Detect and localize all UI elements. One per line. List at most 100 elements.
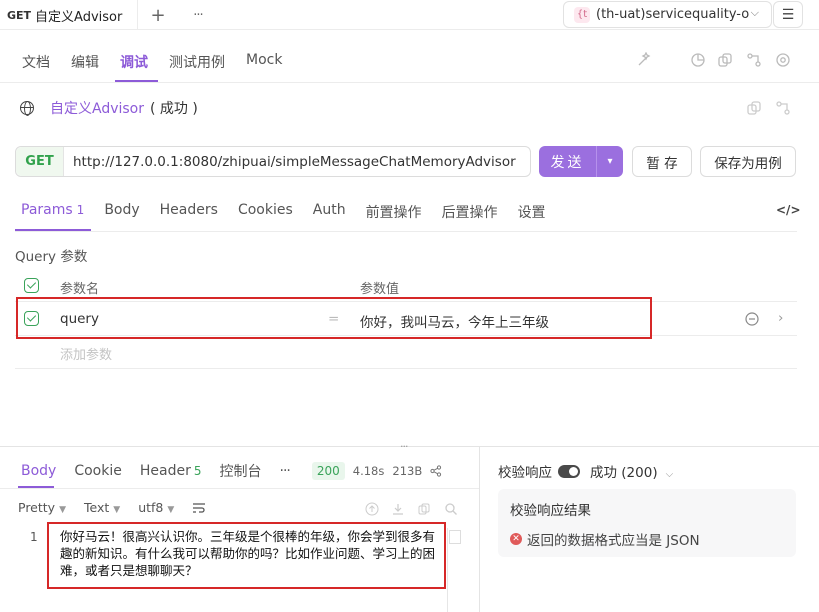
search-icon[interactable]	[444, 502, 458, 516]
param-tabs: Params 1 Body Headers Cookies Auth 前置操作 后…	[21, 202, 566, 222]
validation-select[interactable]: 成功 (200) ⌵	[590, 461, 673, 481]
send-button[interactable]: 发送 ▾	[539, 146, 623, 177]
tab-settings[interactable]: 设置	[518, 202, 546, 222]
copy-icon[interactable]	[717, 52, 733, 68]
content-type-value: Text	[84, 500, 110, 515]
validation-error-text: 返回的数据格式应当是 JSON	[527, 533, 700, 549]
line-number: 1	[30, 530, 38, 544]
encoding-value: utf8	[138, 500, 164, 515]
validation-header: 校验响应 成功 (200) ⌵	[498, 461, 673, 481]
code-icon[interactable]: </>	[776, 203, 801, 217]
validation-toggle[interactable]	[558, 464, 580, 478]
tab-mock[interactable]: Mock	[246, 52, 282, 72]
tab-headers[interactable]: Headers	[160, 202, 218, 222]
view-tabs: 文档 编辑 调试 测试用例 Mock	[22, 52, 303, 72]
environment-select[interactable]: {t (th-uat)servicequality-o ⌵	[563, 1, 772, 28]
environment-name: (th-uat)servicequality-o	[596, 7, 750, 22]
response-format-bar: Pretty ▼ Text ▼ utf8 ▼	[18, 500, 206, 515]
minimap[interactable]	[449, 530, 461, 544]
share-icon[interactable]	[746, 52, 762, 68]
tab-post-request[interactable]: 后置操作	[442, 202, 498, 222]
remove-icon[interactable]	[745, 312, 759, 326]
select-all-checkbox[interactable]	[24, 278, 39, 293]
pie-chart-icon[interactable]	[690, 52, 706, 68]
environment-badge-icon: {t	[574, 6, 590, 23]
panel-splitter[interactable]	[0, 446, 819, 447]
url-input[interactable]: http://127.0.0.1:8080/zhipuai/simpleMess…	[64, 154, 516, 170]
tab-auth[interactable]: Auth	[313, 202, 346, 222]
copy-icon[interactable]	[746, 100, 762, 116]
chevron-down-icon[interactable]: ▾	[596, 146, 623, 177]
chevron-down-icon: ⌵	[750, 6, 759, 19]
status-badge: 200	[311, 462, 345, 480]
tab-body[interactable]: Body	[104, 202, 139, 222]
menu-icon[interactable]: ☰	[773, 1, 803, 28]
response-time: 4.18s	[352, 464, 385, 478]
format-select[interactable]: Pretty ▼	[18, 500, 66, 515]
tab-console[interactable]: 控制台	[220, 461, 262, 481]
settings-icon[interactable]	[775, 52, 791, 68]
tab-pre-request[interactable]: 前置操作	[366, 202, 422, 222]
error-icon: ✕	[510, 533, 522, 545]
divider	[447, 528, 448, 612]
validation-label: 校验响应	[498, 465, 552, 481]
request-tab[interactable]: GET 自定义Advisor	[0, 0, 138, 30]
magic-icon[interactable]	[636, 52, 652, 68]
wrap-lines-icon[interactable]	[192, 502, 206, 514]
copy-icon[interactable]	[417, 502, 431, 516]
highlight-box	[47, 522, 446, 589]
query-section-label: Query 参数	[15, 249, 88, 265]
divider	[0, 488, 479, 489]
drag-handle-icon[interactable]: ···	[400, 440, 408, 453]
content-type-select[interactable]: Text ▼	[84, 500, 120, 515]
validation-select-value: 成功 (200)	[590, 465, 658, 481]
request-status: ( 成功 )	[150, 101, 198, 117]
request-tab-title: 自定义Advisor	[35, 9, 123, 25]
send-button-label: 发送	[550, 154, 585, 171]
tab-response-body[interactable]: Body	[21, 463, 56, 479]
response-size: 213B	[392, 464, 423, 478]
request-tab-method: GET	[7, 8, 32, 22]
more-tabs-icon[interactable]: ···	[185, 3, 211, 27]
add-param-placeholder[interactable]: 添加参数	[60, 344, 112, 363]
request-title-row: 自定义Advisor ( 成功 )	[20, 98, 198, 118]
divider	[15, 231, 797, 232]
download-icon[interactable]	[391, 502, 405, 516]
encoding-select[interactable]: utf8 ▼	[138, 500, 174, 515]
vertical-divider[interactable]	[479, 447, 480, 612]
scroll-up-icon[interactable]	[365, 502, 379, 516]
tab-response-cookie[interactable]: Cookie	[74, 463, 122, 479]
validation-result-panel: 校验响应结果 ✕ 返回的数据格式应当是 JSON	[498, 489, 796, 557]
tab-docs[interactable]: 文档	[22, 52, 50, 72]
more-icon[interactable]: ···	[280, 463, 291, 479]
params-count: 1	[76, 203, 85, 217]
tab-cookies[interactable]: Cookies	[238, 202, 293, 222]
format-select-value: Pretty	[18, 500, 56, 515]
tab-debug[interactable]: 调试	[120, 52, 148, 72]
share-icon[interactable]	[775, 100, 791, 116]
request-tab-bar: GET 自定义Advisor + ··· {t (th-uat)serviceq…	[0, 0, 819, 30]
request-name[interactable]: 自定义Advisor	[50, 98, 144, 118]
divider	[0, 82, 819, 83]
validation-result-title: 校验响应结果	[510, 503, 591, 519]
save-as-case-button[interactable]: 保存为用例	[700, 146, 796, 177]
tab-params-label: Params	[21, 202, 73, 218]
validation-error: ✕ 返回的数据格式应当是 JSON	[510, 529, 700, 549]
method-select[interactable]: GET	[16, 147, 64, 176]
save-draft-button[interactable]: 暂 存	[632, 146, 692, 177]
tab-edit[interactable]: 编辑	[71, 52, 99, 72]
globe-icon	[20, 101, 34, 116]
tab-response-header[interactable]: Header 5	[140, 463, 202, 479]
tab-test-cases[interactable]: 测试用例	[169, 52, 225, 72]
add-tab-icon[interactable]: +	[145, 3, 171, 27]
tab-params[interactable]: Params 1	[21, 202, 84, 222]
tab-response-header-label: Header	[139, 463, 191, 479]
highlight-box	[16, 297, 652, 339]
column-value-header: 参数值	[360, 282, 400, 297]
url-bar[interactable]: GET http://127.0.0.1:8080/zhipuai/simple…	[15, 146, 531, 177]
chevron-right-icon[interactable]: ›	[778, 310, 783, 326]
header-count: 5	[193, 464, 202, 478]
column-name-header: 参数名	[60, 282, 100, 297]
share-icon[interactable]	[430, 465, 442, 477]
add-param-row[interactable]: 添加参数	[15, 337, 797, 369]
